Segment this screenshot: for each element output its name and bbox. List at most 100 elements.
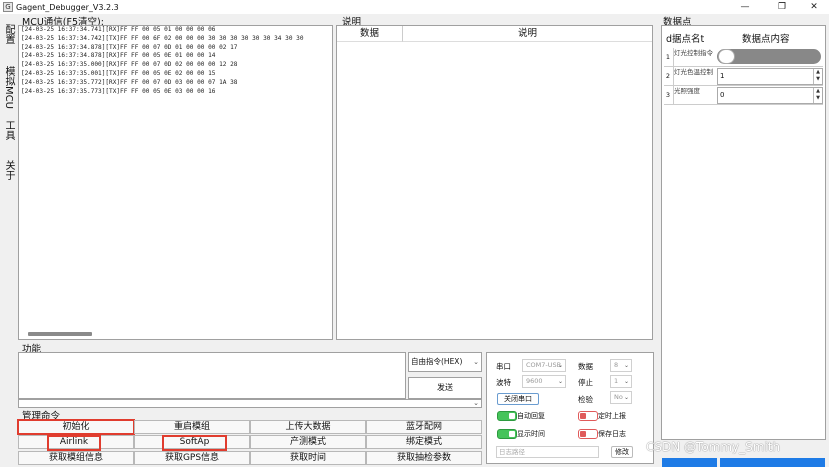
color-temp-stepper[interactable]: 1 ▲ ▼: [717, 68, 823, 85]
switch-knob: [509, 413, 515, 419]
switch-knob: [580, 431, 586, 437]
data-bits-select[interactable]: 8 ⌄: [610, 359, 632, 372]
init-button[interactable]: 初始化: [17, 419, 135, 435]
accent-strip: [662, 458, 717, 467]
chevron-down-icon: ⌄: [557, 378, 563, 385]
auto-reply-label: 自动回复: [517, 412, 545, 420]
column-header-datapoint-name: d据点名t: [666, 34, 705, 45]
title-bar: G Gagent_Debugger_V3.2.3 — ❐ ✕: [0, 0, 829, 14]
datapoint-row: 1 灯光控制指令: [664, 48, 823, 67]
port-select[interactable]: COM7-USB ⌄: [522, 359, 566, 372]
toggle-knob: [718, 49, 735, 64]
command-type-value: 自由指令(HEX): [411, 357, 463, 366]
chevron-down-icon: ⌄: [473, 399, 479, 407]
command-input[interactable]: [18, 352, 406, 399]
timed-report-switch[interactable]: [578, 411, 598, 421]
softap-button[interactable]: SoftAp: [162, 435, 227, 451]
port-label: 串口: [496, 362, 511, 371]
show-time-switch[interactable]: [497, 429, 517, 439]
send-button[interactable]: 发送: [408, 377, 482, 399]
light-intensity-stepper[interactable]: 0 ▲ ▼: [717, 87, 823, 104]
datapoint-name: 灯光色温控制: [673, 67, 717, 85]
baud-label: 波特: [496, 378, 511, 387]
spin-down-icon[interactable]: ▼: [814, 95, 822, 102]
chevron-down-icon: ⌄: [623, 394, 629, 401]
datapoint-row: 3 光照强度 0 ▲ ▼: [664, 86, 823, 105]
log-line: [24-03-25 16:37:34.878][TX]FF FF 00 07 0…: [21, 43, 238, 51]
datapoints-table: d据点名t 数据点内容 1 灯光控制指令 2 灯光色温控制 1 ▲ ▼ 3 光照…: [661, 25, 826, 440]
datapoint-name: 光照强度: [673, 86, 717, 104]
stop-bits-select[interactable]: 1 ⌄: [610, 375, 632, 388]
get-module-info-button[interactable]: 获取模组信息: [18, 451, 134, 465]
spin-down-icon[interactable]: ▼: [814, 76, 822, 83]
data-bits-label: 数据: [578, 362, 593, 371]
baud-select[interactable]: 9600 ⌄: [522, 375, 566, 388]
bluetooth-pairing-button[interactable]: 蓝牙配网: [366, 420, 482, 434]
airlink-button[interactable]: Airlink: [47, 435, 101, 451]
accent-strip: [720, 458, 825, 467]
bind-mode-button[interactable]: 绑定模式: [366, 435, 482, 449]
baud-value: 9600: [526, 377, 543, 385]
row-index: 1: [665, 53, 671, 61]
stepper-value: 0: [720, 91, 725, 99]
get-gps-info-button[interactable]: 获取GPS信息: [134, 451, 250, 465]
log-line: [24-03-25 16:37:34.878][RX]FF FF 00 05 0…: [21, 52, 216, 60]
spin-up-icon[interactable]: ▲: [814, 88, 822, 95]
log-line: [24-03-25 16:37:35.001][TX]FF FF 00 05 0…: [21, 69, 216, 77]
window-title: Gagent_Debugger_V3.2.3: [16, 2, 119, 12]
restore-icon[interactable]: ❐: [768, 0, 796, 14]
serial-settings-panel: 串口 COM7-USB ⌄ 数据 8 ⌄ 波特 9600 ⌄ 停止 1 ⌄ 关闭串口 检…: [486, 352, 654, 464]
close-icon[interactable]: ✕: [800, 0, 828, 14]
upload-big-data-button[interactable]: 上传大数据: [250, 420, 366, 434]
column-header-datapoint-content: 数据点内容: [742, 34, 790, 45]
data-bits-value: 8: [614, 361, 619, 369]
stop-bits-label: 停止: [578, 378, 593, 387]
row-index: 2: [665, 72, 671, 80]
log-line: [24-03-25 16:37:35.772][RX]FF FF 00 07 0…: [21, 78, 238, 86]
left-tab-bar: 配置 模拟MCU 工具 关于: [0, 14, 16, 467]
close-port-button[interactable]: 关闭串口: [497, 393, 539, 405]
get-time-button[interactable]: 获取时间: [250, 451, 366, 465]
tab-tools[interactable]: 工具: [1, 120, 15, 140]
tab-about[interactable]: 关于: [1, 160, 15, 180]
command-type-select[interactable]: 自由指令(HEX) ⌄: [408, 352, 482, 372]
production-test-button[interactable]: 产测模式: [250, 435, 366, 449]
chevron-down-icon: ⌄: [623, 378, 629, 385]
log-horizontal-scrollbar[interactable]: [28, 332, 92, 336]
save-log-switch[interactable]: [578, 429, 598, 439]
tab-simulate-mcu[interactable]: 模拟MCU: [1, 66, 15, 109]
log-line: [24-03-25 16:37:35.000][RX]FF FF 00 07 0…: [21, 61, 238, 69]
log-line: [24-03-25 16:37:34.741][RX]FF FF 00 05 0…: [21, 26, 216, 33]
switch-knob: [580, 413, 586, 419]
light-control-toggle[interactable]: [717, 49, 823, 66]
minimize-icon[interactable]: —: [731, 0, 759, 14]
show-time-label: 显示时间: [517, 430, 545, 438]
modify-button[interactable]: 修改: [611, 446, 633, 458]
toggle-track: [717, 49, 821, 64]
datapoint-row: 2 灯光色温控制 1 ▲ ▼: [664, 67, 823, 86]
app-icon: G: [3, 2, 13, 12]
parity-label: 检验: [578, 395, 593, 404]
chevron-down-icon: ⌄: [473, 358, 479, 366]
column-header-description: 说明: [403, 26, 652, 42]
parity-value: No: [614, 393, 623, 401]
tab-config[interactable]: 配置: [1, 24, 15, 44]
parity-select[interactable]: No ⌄: [610, 391, 632, 404]
log-line: [24-03-25 16:37:34.742][TX]FF FF 00 6F 0…: [21, 34, 304, 42]
stepper-value: 1: [720, 72, 725, 80]
get-sampling-params-button[interactable]: 获取抽检参数: [366, 451, 482, 465]
switch-knob: [509, 431, 515, 437]
stop-bits-value: 1: [614, 377, 619, 385]
spin-buttons: ▲ ▼: [813, 69, 822, 84]
port-value: COM7-USB: [526, 361, 562, 369]
log-path-input[interactable]: 日志路径: [496, 446, 599, 458]
function-dropdown[interactable]: ⌄: [18, 399, 482, 408]
spin-up-icon[interactable]: ▲: [814, 69, 822, 76]
restart-module-button[interactable]: 重启模组: [134, 420, 250, 434]
auto-reply-switch[interactable]: [497, 411, 517, 421]
chevron-down-icon: ⌄: [623, 362, 629, 369]
chevron-down-icon: ⌄: [557, 362, 563, 369]
watermark-text: CSDN @Tommy_Smith: [646, 440, 781, 454]
column-header-data: 数据: [337, 26, 403, 42]
mcu-log-box[interactable]: [24-03-25 16:37:34.741][RX]FF FF 00 05 0…: [18, 25, 333, 340]
